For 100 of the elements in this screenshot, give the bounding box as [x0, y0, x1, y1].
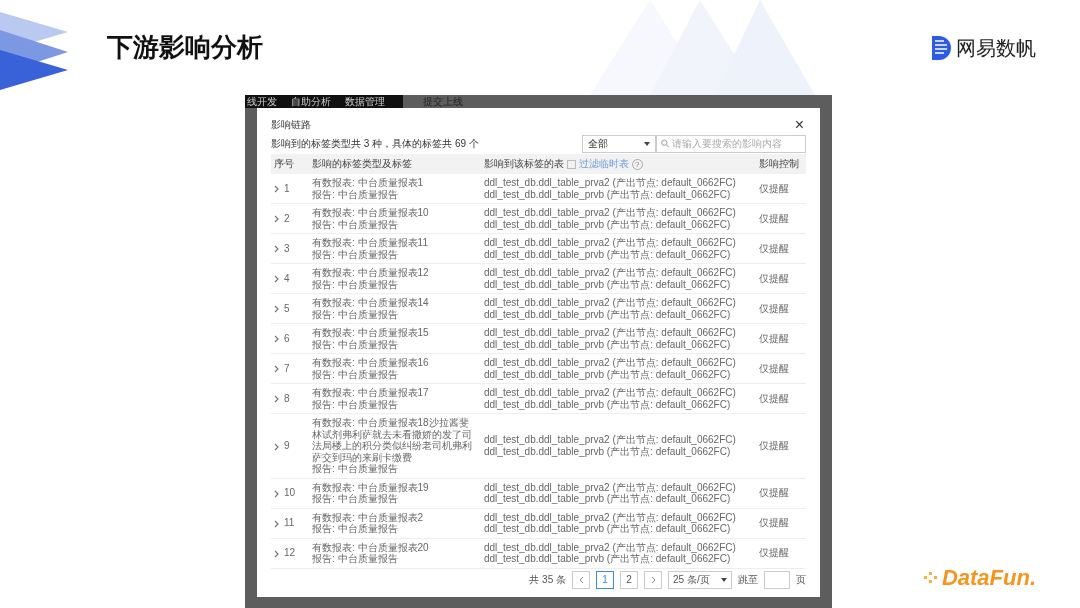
table-name: ddl_test_db.ddl_table_prva2 (产出节点: default_0662FC): [484, 207, 737, 219]
total-count: 共 35 条: [529, 573, 566, 588]
page-size-dropdown[interactable]: 25 条/页: [668, 570, 732, 589]
table-name: ddl_test_db.ddl_table_prva2 (产出节点: default_0662FC): [484, 327, 737, 339]
tag-text: 报告: 中台质量报告: [312, 493, 398, 505]
column-header: 影响的标签类型及标签: [312, 158, 412, 170]
tag-text: 报告: 中台质量报告: [312, 188, 399, 201]
tag-text: 报告: 中台质量报告: [312, 398, 399, 411]
tag-text: 报告: 中台质量报告: [312, 278, 399, 291]
control-text: 仅提醒: [759, 212, 789, 224]
brand-logo-icon: [930, 34, 952, 61]
tag-text: 报告: 中台质量报告: [312, 248, 399, 261]
tag-text: 报告: 中台质量报告: [312, 218, 399, 231]
row-number: 1: [284, 182, 290, 195]
jump-label: 跳至: [738, 573, 758, 588]
control-text: 仅提醒: [759, 547, 789, 559]
brand-name: 网易数帆: [956, 35, 1036, 61]
table-name: ddl_test_db.ddl_table_prva2 (产出节点: default_0662FC): [484, 481, 737, 494]
table-name: ddl_test_db.ddl_table_prva2 (产出节点: default_0662FC): [484, 511, 737, 524]
table-name: ddl_test_db.ddl_table_prvb (产出节点: default_0662FC): [484, 523, 731, 535]
caret-icon: [644, 141, 650, 146]
page-suffix: 页: [796, 573, 806, 588]
row-number: 3: [284, 242, 290, 255]
table-name: ddl_test_db.ddl_table_prvb (产出节点: default_0662FC): [484, 368, 732, 381]
tag-text: 报告: 中台质量报告: [312, 308, 399, 321]
tag-text: 有数报表: 中台质量报表20: [312, 541, 430, 554]
control-text: 仅提醒: [759, 362, 789, 374]
control-text: 仅提醒: [759, 182, 789, 194]
table-name: ddl_test_db.ddl_table_prva2 (产出节点: default_0662FC): [484, 237, 737, 249]
tag-text: 有数报表: 中台质量报表19: [312, 481, 430, 494]
table-name: ddl_test_db.ddl_table_prva2 (产出节点: default_0662FC): [484, 387, 737, 399]
nav-item[interactable]: 数据管理: [345, 95, 385, 108]
tag-text: 有数报表: 中台质量报表11: [312, 237, 429, 249]
column-header: 影响控制: [759, 158, 799, 170]
column-header: 序号: [274, 158, 294, 170]
table-name: ddl_test_db.ddl_table_prva2 (产出节点: default_0662FC): [484, 357, 737, 369]
table-name: ddl_test_db.ddl_table_prvb (产出节点: default_0662FC): [484, 188, 732, 201]
filter-label: 过滤临时表: [579, 158, 629, 170]
tag-text: 有数报表: 中台质量报表2: [312, 511, 425, 524]
table-name: ddl_test_db.ddl_table_prva2 (产出节点: default_0662FC): [484, 541, 737, 554]
summary-text: 影响到的标签类型共 3 种，具体的标签共 69 个: [271, 137, 479, 152]
slide-title: 下游影响分析: [107, 31, 263, 64]
row-number: 2: [284, 212, 290, 225]
page-button[interactable]: 1: [596, 570, 614, 589]
table-name: ddl_test_db.ddl_table_prvb (产出节点: default_0662FC): [484, 278, 732, 291]
table-name: ddl_test_db.ddl_table_prvb (产出节点: default_0662FC): [484, 308, 732, 321]
page-input[interactable]: [764, 570, 790, 589]
table-name: ddl_test_db.ddl_table_prvb (产出节点: default_0662FC): [484, 248, 732, 261]
search-icon: [661, 139, 670, 149]
control-text: 仅提醒: [759, 272, 789, 284]
row-number: 5: [284, 302, 290, 315]
row-number: 8: [284, 392, 290, 405]
table-name: ddl_test_db.ddl_table_prva2 (产出节点: default_0662FC): [484, 267, 737, 279]
control-text: 仅提醒: [759, 392, 789, 404]
tag-text: 报告: 中台质量报告: [312, 368, 399, 381]
tag-text: 报告: 中台质量报告: [312, 523, 398, 535]
control-text: 仅提醒: [759, 242, 789, 254]
table-name: ddl_test_db.ddl_table_prvb (产出节点: default_0662FC): [484, 398, 732, 411]
table-name: ddl_test_db.ddl_table_prvb (产出节点: default_0662FC): [484, 445, 732, 458]
column-header: 影响到该标签的表: [484, 158, 564, 170]
row-number: 9: [284, 440, 290, 452]
table-name: ddl_test_db.ddl_table_prva2 (产出节点: default_0662FC): [484, 177, 737, 189]
control-text: 仅提醒: [759, 332, 789, 344]
table-name: ddl_test_db.ddl_table_prva2 (产出节点: default_0662FC): [484, 297, 737, 309]
table-name: ddl_test_db.ddl_table_prvb (产出节点: default_0662FC): [484, 338, 732, 351]
tag-text: 有数报表: 中台质量报表17: [312, 387, 430, 399]
filter-dropdown[interactable]: 全部: [582, 134, 656, 153]
tag-text: 有数报表: 中台质量报表15: [312, 327, 430, 339]
tag-text: 有数报表: 中台质量报表18沙拉酱斐林试剂弗利萨就去未看撒娇的发了司法局楼上的积分类似纠纷老司机弗利萨交到玛的来刷卡缴费: [312, 417, 473, 464]
row-number: 10: [284, 487, 296, 499]
table-name: ddl_test_db.ddl_table_prvb (产出节点: default_0662FC): [484, 553, 731, 565]
table-name: ddl_test_db.ddl_table_prvb (产出节点: default_0662FC): [484, 493, 731, 505]
tag-text: 有数报表: 中台质量报表10: [312, 207, 430, 219]
row-number: 4: [284, 272, 290, 285]
dialog-title: 影响链路: [271, 118, 311, 133]
control-text: 仅提醒: [759, 302, 789, 314]
dots-logo-icon: [923, 570, 940, 585]
chevron-right-icon: [650, 575, 656, 584]
caret-icon: [721, 577, 727, 582]
row-number: 7: [284, 362, 290, 375]
row-number: 6: [284, 332, 290, 345]
tag-text: 有数报表: 中台质量报表14: [312, 297, 430, 309]
row-number: 12: [284, 547, 296, 559]
tag-text: 有数报表: 中台质量报表1: [312, 177, 425, 189]
control-text: 仅提醒: [759, 517, 789, 529]
search-field[interactable]: 请输入要搜索的影响内容: [656, 134, 806, 153]
tag-text: 有数报表: 中台质量报表16: [312, 357, 430, 369]
table-name: ddl_test_db.ddl_table_prvb (产出节点: default_0662FC): [484, 218, 732, 231]
control-text: 仅提醒: [759, 440, 789, 452]
close-button[interactable]: ×: [792, 116, 806, 133]
nav-item[interactable]: 线开发: [247, 95, 277, 108]
tag-text: 报告: 中台质量报告: [312, 338, 399, 351]
nav-item[interactable]: 自助分析: [291, 95, 331, 108]
control-text: 仅提醒: [759, 487, 789, 499]
checkbox[interactable]: [567, 160, 576, 170]
footer-logo: DataFun.: [941, 564, 1036, 592]
page-button[interactable]: 2: [620, 570, 638, 589]
tag-text: 有数报表: 中台质量报表12: [312, 267, 430, 279]
table-name: ddl_test_db.ddl_table_prva2 (产出节点: default_0662FC): [484, 434, 737, 446]
tag-text: 报告: 中台质量报告: [312, 463, 398, 475]
